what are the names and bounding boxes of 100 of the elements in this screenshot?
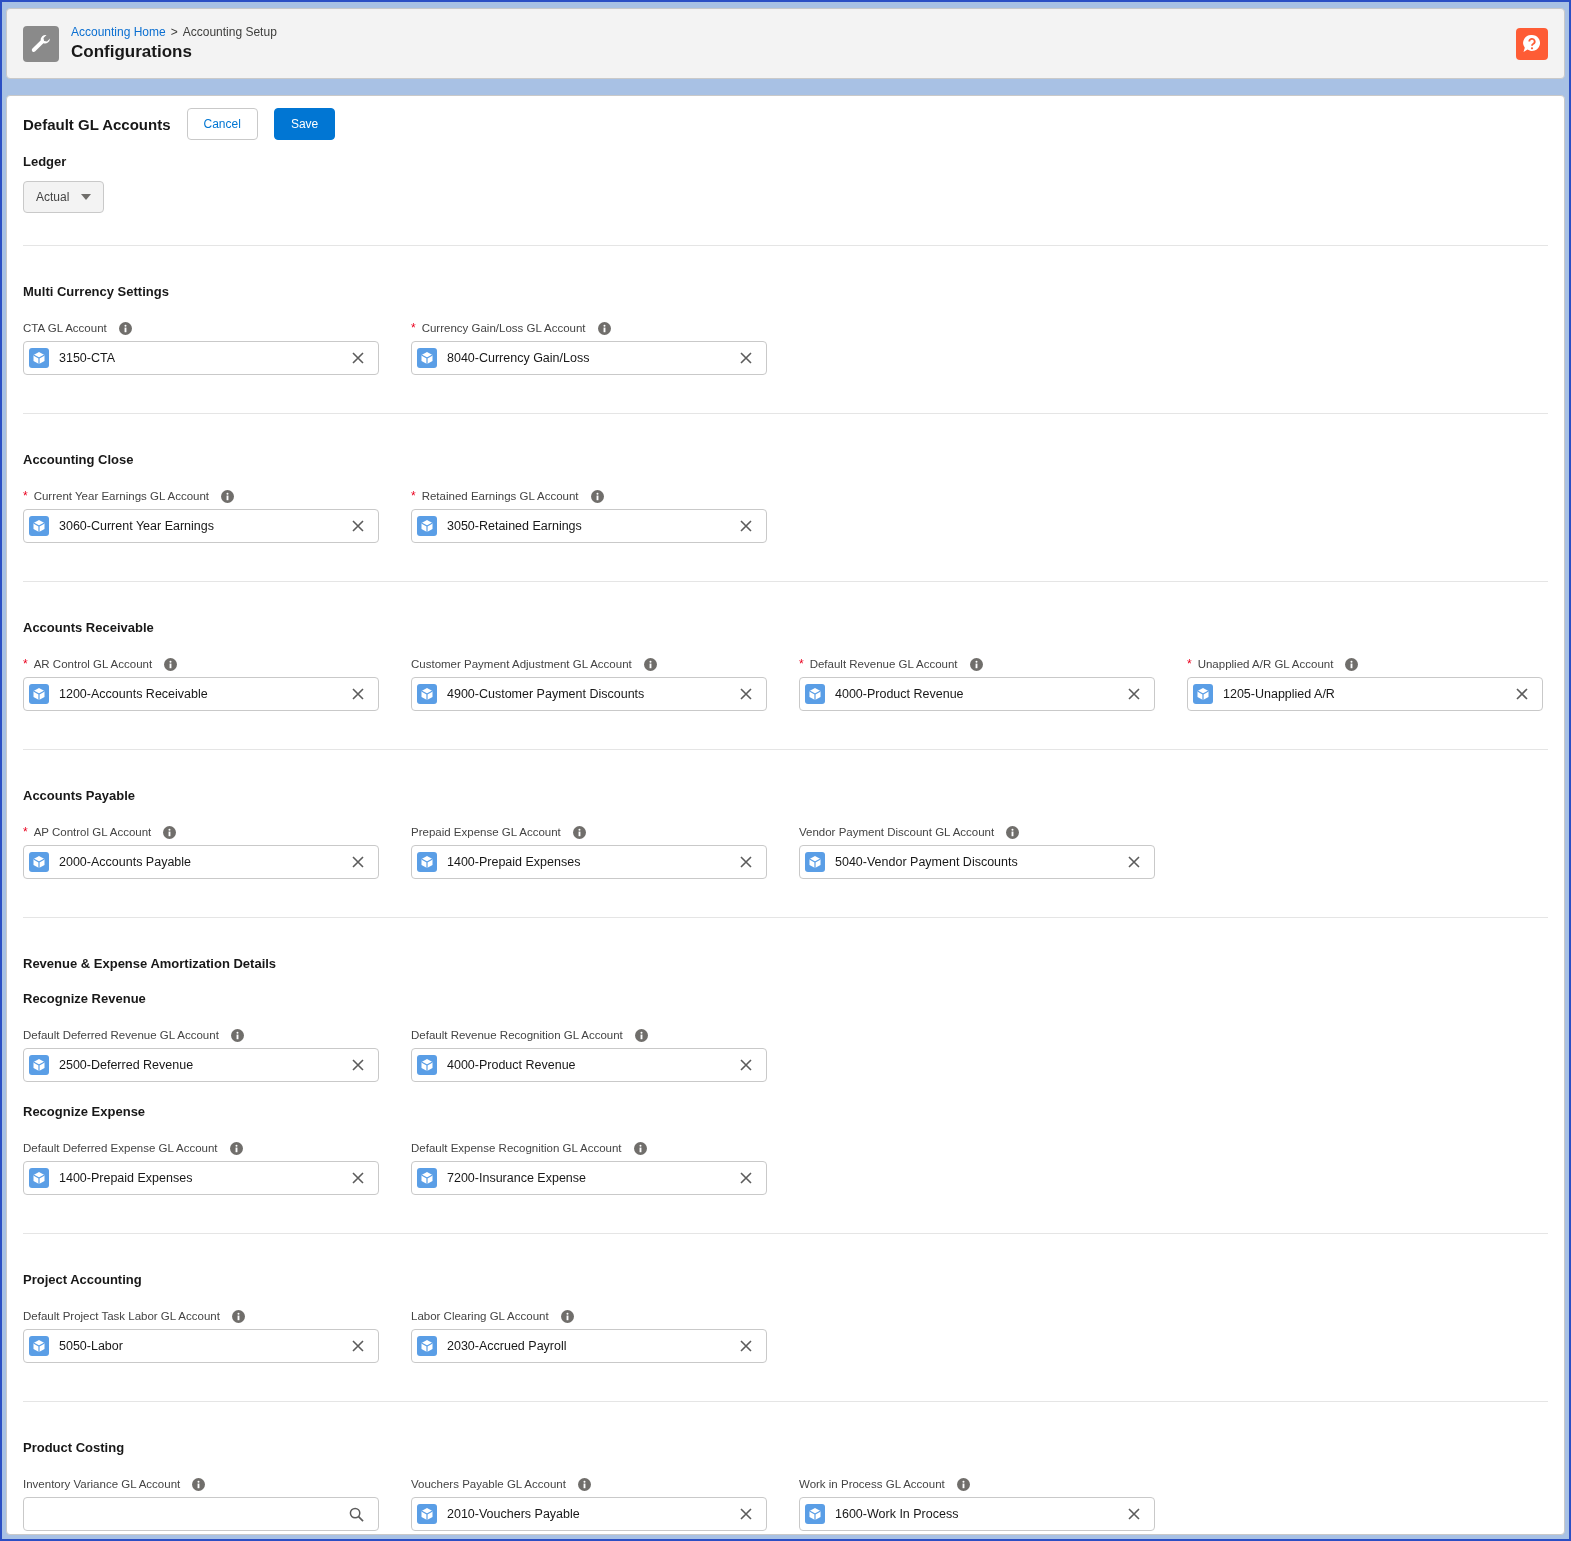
lookup-field[interactable]: 1205-Unapplied A/R	[1187, 677, 1543, 711]
cube-icon	[29, 1055, 49, 1075]
info-icon[interactable]	[192, 1477, 206, 1491]
section-title: Product Costing	[23, 1440, 126, 1455]
field-label: Currency Gain/Loss GL Account	[421, 322, 586, 334]
cube-icon	[29, 1336, 49, 1356]
search-field[interactable]	[23, 1497, 379, 1531]
card-title: Default GL Accounts	[23, 115, 171, 133]
cube-icon	[805, 1504, 825, 1524]
info-icon[interactable]	[221, 489, 235, 503]
field-label: Unapplied A/R GL Account	[1197, 658, 1334, 670]
info-icon[interactable]	[572, 825, 586, 839]
cube-icon	[29, 852, 49, 872]
required-marker: *	[411, 321, 416, 335]
info-icon[interactable]	[597, 321, 611, 335]
close-icon	[740, 856, 752, 868]
required-marker: *	[799, 657, 804, 671]
lookup-field[interactable]: 1200-Accounts Receivable	[23, 677, 379, 711]
field-label: AP Control GL Account	[33, 826, 152, 838]
search-icon	[349, 1506, 364, 1522]
lookup-field[interactable]: 3150-CTA	[23, 341, 379, 375]
lookup-field[interactable]: 7200-Insurance Expense	[411, 1161, 767, 1195]
close-icon	[352, 1172, 364, 1184]
lookup-field[interactable]: 1600-Work In Process	[799, 1497, 1155, 1531]
required-marker: *	[23, 489, 28, 503]
field-label: AR Control GL Account	[33, 658, 153, 670]
required-marker: *	[23, 825, 28, 839]
cancel-button[interactable]: Cancel	[186, 108, 258, 140]
info-icon[interactable]	[633, 1141, 647, 1155]
subsection-title: Recognize Expense	[23, 1104, 147, 1119]
cube-icon	[805, 684, 825, 704]
lookup-field[interactable]: 2010-Vouchers Payable	[411, 1497, 767, 1531]
field-label: Prepaid Expense GL Account	[411, 826, 561, 838]
lookup-field[interactable]: 4000-Product Revenue	[411, 1048, 767, 1082]
required-marker: *	[411, 489, 416, 503]
section-title: Revenue & Expense Amortization Details	[23, 956, 278, 971]
field-label: Vendor Payment Discount GL Account	[799, 826, 995, 838]
field-label: Default Expense Recognition GL Account	[411, 1142, 622, 1154]
lookup-field[interactable]: 4900-Customer Payment Discounts	[411, 677, 767, 711]
save-button[interactable]: Save	[273, 108, 336, 140]
lookup-field[interactable]: 5050-Labor	[23, 1329, 379, 1363]
lookup-field[interactable]: 4000-Product Revenue	[799, 677, 1155, 711]
breadcrumb-separator: >	[170, 25, 178, 39]
help-button[interactable]	[1516, 27, 1548, 60]
cube-icon	[29, 516, 49, 536]
close-icon	[740, 520, 752, 532]
field-label: CTA GL Account	[23, 322, 107, 334]
breadcrumb-link[interactable]: Accounting Home	[71, 25, 166, 39]
field-label: Default Revenue Recognition GL Account	[411, 1029, 623, 1041]
info-icon[interactable]	[164, 657, 178, 671]
cube-icon	[417, 1504, 437, 1524]
field-label: Inventory Variance GL Account	[23, 1478, 181, 1490]
ledger-label: Ledger	[23, 154, 68, 169]
cube-icon	[417, 516, 437, 536]
info-icon[interactable]	[1006, 825, 1020, 839]
close-icon	[352, 520, 364, 532]
cube-icon	[805, 852, 825, 872]
lookup-field[interactable]: 2000-Accounts Payable	[23, 845, 379, 879]
info-icon[interactable]	[643, 657, 657, 671]
info-icon[interactable]	[634, 1028, 648, 1042]
info-icon[interactable]	[231, 1309, 245, 1323]
field-label: Vouchers Payable GL Account	[411, 1478, 566, 1490]
close-icon	[1516, 688, 1528, 700]
lookup-field[interactable]: 1400-Prepaid Expenses	[23, 1161, 379, 1195]
info-icon[interactable]	[163, 825, 177, 839]
info-icon[interactable]	[577, 1477, 591, 1491]
info-icon[interactable]	[956, 1477, 970, 1491]
info-icon[interactable]	[590, 489, 604, 503]
info-icon[interactable]	[229, 1141, 243, 1155]
info-icon[interactable]	[230, 1028, 244, 1042]
info-icon[interactable]	[969, 657, 983, 671]
info-icon[interactable]	[118, 321, 132, 335]
close-icon	[352, 856, 364, 868]
field-label: Labor Clearing GL Account	[411, 1310, 549, 1322]
close-icon	[740, 1059, 752, 1071]
field-label: Work in Process GL Account	[799, 1478, 945, 1490]
cube-icon	[417, 1336, 437, 1356]
close-icon	[1128, 688, 1140, 700]
lookup-field[interactable]: 2030-Accrued Payroll	[411, 1329, 767, 1363]
info-icon[interactable]	[1345, 657, 1359, 671]
info-icon[interactable]	[560, 1309, 574, 1323]
section-title: Accounts Receivable	[23, 620, 155, 635]
close-icon	[740, 1172, 752, 1184]
close-icon	[352, 352, 364, 364]
section-title: Accounting Close	[23, 452, 135, 467]
field-label: Default Deferred Revenue GL Account	[23, 1029, 219, 1041]
lookup-field[interactable]: 3060-Current Year Earnings	[23, 509, 379, 543]
cube-icon	[1193, 684, 1213, 704]
ledger-select[interactable]: Actual	[23, 181, 105, 213]
cube-icon	[29, 348, 49, 368]
lookup-field[interactable]: 1400-Prepaid Expenses	[411, 845, 767, 879]
required-marker: *	[1187, 657, 1192, 671]
page-title: Configurations	[71, 42, 193, 62]
lookup-field[interactable]: 8040-Currency Gain/Loss	[411, 341, 767, 375]
lookup-field[interactable]: 5040-Vendor Payment Discounts	[799, 845, 1155, 879]
cube-icon	[29, 684, 49, 704]
close-icon	[740, 352, 752, 364]
section-title: Project Accounting	[23, 1272, 143, 1287]
lookup-field[interactable]: 3050-Retained Earnings	[411, 509, 767, 543]
lookup-field[interactable]: 2500-Deferred Revenue	[23, 1048, 379, 1082]
